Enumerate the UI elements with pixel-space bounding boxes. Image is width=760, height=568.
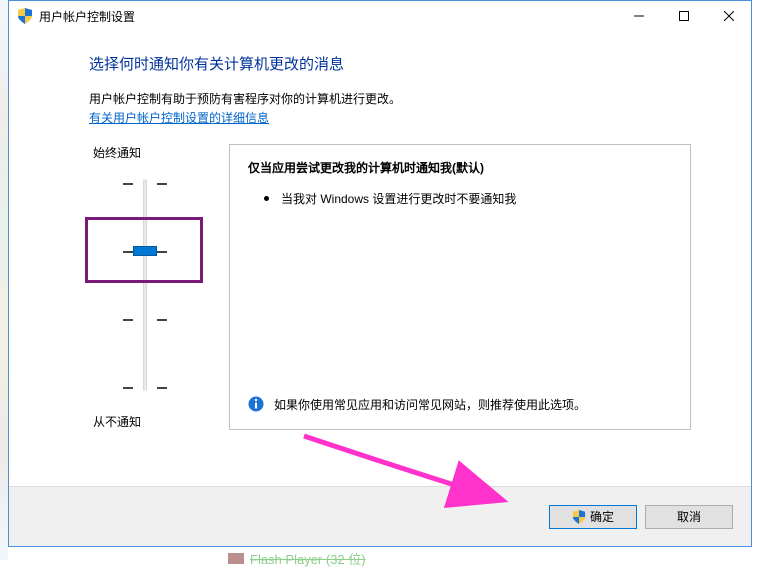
slider-label-bottom: 从不通知 [93, 413, 229, 430]
option-bullet-text: 当我对 Windows 设置进行更改时不要通知我 [281, 190, 516, 207]
cancel-button-label: 取消 [677, 508, 701, 525]
titlebar: 用户帐户控制设置 [9, 1, 751, 31]
truncated-background-item: Flash Player (32 位) [228, 549, 366, 568]
uac-settings-window: 用户帐户控制设置 选择何时通知你有关计算机更改的消息 用户帐户控制有助于预防有害… [8, 0, 752, 547]
slider-label-top: 始终通知 [93, 144, 229, 161]
slider-tick [123, 319, 167, 320]
option-title: 仅当应用尝试更改我的计算机时通知我(默认) [248, 159, 674, 176]
window-title: 用户帐户控制设置 [39, 8, 616, 25]
ok-button-label: 确定 [590, 508, 614, 525]
dialog-footer: 确定 取消 [9, 486, 751, 546]
notification-slider[interactable] [89, 169, 209, 401]
help-link[interactable]: 有关用户帐户控制设置的详细信息 [89, 109, 269, 126]
slider-thumb[interactable] [133, 246, 157, 256]
option-bullet: 当我对 Windows 设置进行更改时不要通知我 [248, 190, 674, 207]
window-controls [616, 2, 751, 31]
slider-tick [123, 387, 167, 388]
body-row: 始终通知 从不通知 仅当应用尝试更改我的计算机时通知我(默认) [89, 144, 691, 430]
info-icon [248, 396, 264, 412]
page-description: 用户帐户控制有助于预防有害程序对你的计算机进行更改。 [89, 90, 691, 107]
content-area: 选择何时通知你有关计算机更改的消息 用户帐户控制有助于预防有害程序对你的计算机进… [9, 31, 751, 486]
minimize-button[interactable] [616, 2, 661, 31]
left-edge-decoration [0, 0, 8, 560]
shield-icon [572, 510, 586, 524]
option-description-panel: 仅当应用尝试更改我的计算机时通知我(默认) 当我对 Windows 设置进行更改… [229, 144, 691, 430]
page-heading: 选择何时通知你有关计算机更改的消息 [89, 53, 691, 74]
slider-column: 始终通知 从不通知 [89, 144, 229, 430]
shield-icon [17, 8, 33, 24]
maximize-button[interactable] [661, 2, 706, 31]
truncated-label: Flash Player (32 位) [250, 549, 366, 568]
ok-button[interactable]: 确定 [549, 505, 637, 529]
cancel-button[interactable]: 取消 [645, 505, 733, 529]
recommendation-row: 如果你使用常见应用和访问常见网站，则推荐使用此选项。 [248, 396, 674, 415]
recommendation-text: 如果你使用常见应用和访问常见网站，则推荐使用此选项。 [274, 396, 586, 415]
close-button[interactable] [706, 2, 751, 31]
slider-tick [123, 183, 167, 184]
flash-icon [228, 553, 244, 564]
slider-track [143, 179, 147, 391]
bullet-icon [264, 196, 269, 201]
